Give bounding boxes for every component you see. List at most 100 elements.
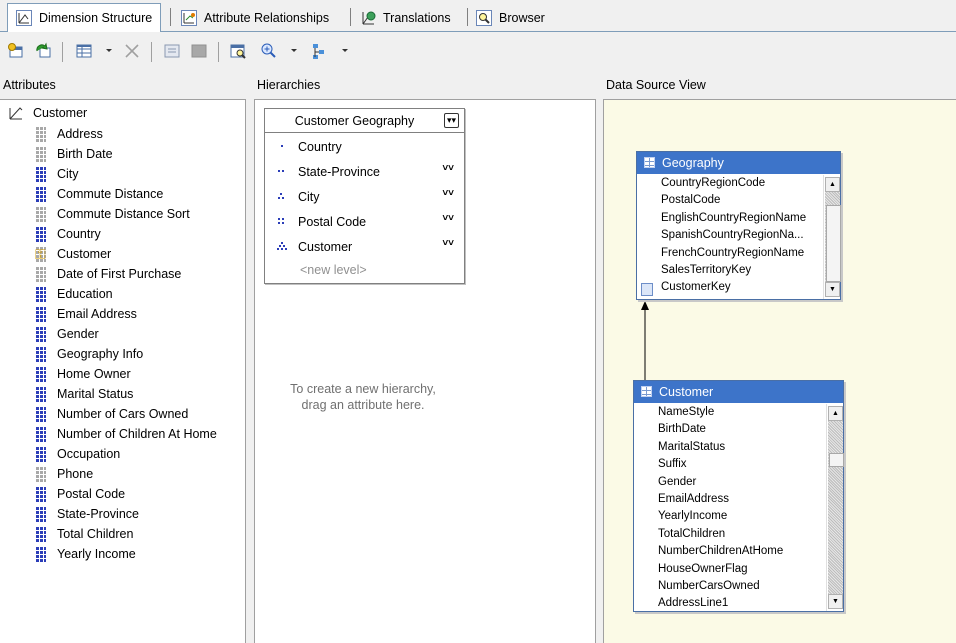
attribute-grid [36,506,46,522]
arrange-icon [313,44,324,59]
geography-table[interactable]: Geography CountryRegionCode PostalCode Eng… [636,151,841,300]
scrollbar-thumb[interactable] [829,453,844,467]
tab-translations[interactable]: Translations [352,4,459,31]
customer-column-addressline1[interactable]: AddressLine1 [658,597,824,614]
dimension-structure-icon [16,10,32,26]
attribute-marital-status[interactable]: Marital Status [35,384,133,404]
zoom-dropdown[interactable] [291,49,297,52]
show-grid-dropdown[interactable] [106,49,112,52]
attribute-education[interactable]: Education [35,284,113,304]
attribute-email-address[interactable]: Email Address [35,304,137,324]
customer-column-namestyle[interactable]: NameStyle [658,406,824,423]
attribute-commute-distance[interactable]: Commute Distance [35,184,163,204]
geography-column-countryregioncode[interactable]: CountryRegionCode [661,177,824,194]
attribute-city[interactable]: City [35,164,79,184]
attribute-number-of-cars-owned[interactable]: Number of Cars Owned [35,404,188,424]
attribute-postal-code[interactable]: Postal Code [35,484,125,504]
geography-column-frenchcountryregionname[interactable]: FrenchCountryRegionName [661,247,824,264]
scroll-down-icon[interactable]: ▼ [828,594,843,609]
geography-column-postalcode[interactable]: PostalCode [661,194,824,211]
hierarchy-level-postal-code[interactable]: Postal Code ˅˅ [265,210,464,234]
geography-table-header[interactable]: Geography [637,152,840,174]
attribute-home-owner[interactable]: Home Owner [35,364,131,384]
geography-scrollbar[interactable]: ▲ ▼ [823,175,841,299]
stop-button[interactable] [190,42,208,60]
attribute-geography-info[interactable]: Geography Info [35,344,143,364]
hierarchy-level-country[interactable]: Country [265,135,464,159]
new-level-placeholder[interactable]: <new level> [300,263,367,277]
scrollbar-track[interactable] [828,421,844,594]
create-hierarchy-hint-line: drag an attribute here. [301,398,425,412]
diagram-button[interactable] [163,42,181,60]
tab-browser[interactable]: Browser [468,4,553,31]
data-source-view-canvas[interactable]: Geography CountryRegionCode PostalCode Eng… [603,100,956,643]
customer-column-yearlyincome[interactable]: YearlyIncome [658,510,824,527]
attribute-tree-root[interactable]: Customer [8,104,87,122]
customer-column-numbercarsowned[interactable]: NumberCarsOwned [658,580,824,597]
attribute-label: State-Province [57,507,139,521]
customer-column-maritalstatus[interactable]: MaritalStatus [658,441,824,458]
geography-column-salesterritorykey[interactable]: SalesTerritoryKey [661,264,824,281]
attribute-phone[interactable]: Phone [35,464,93,484]
attributes-tree[interactable]: Customer Address Birth Date City Commute Di… [0,100,246,643]
customer-scrollbar[interactable]: ▲ ▼ [826,404,844,611]
attribute-address[interactable]: Address [35,124,103,144]
show-grid-button[interactable] [75,42,93,60]
attribute-label: Email Address [57,307,137,321]
geography-column-spanishcountryregionna[interactable]: SpanishCountryRegionNa... [661,229,824,246]
attribute-country[interactable]: Country [35,224,101,244]
scroll-down-icon[interactable]: ▼ [825,282,840,297]
customer-column-emailaddress[interactable]: EmailAddress [658,493,824,510]
expand-level-icon[interactable]: ˅˅ [442,163,454,174]
scrollbar-thumb[interactable] [826,205,841,282]
scrollbar-track[interactable] [825,192,841,282]
hierarchies-canvas[interactable]: Customer Geography ▾▾ Country State-Provi… [254,100,596,643]
attribute-commute-distance-sort[interactable]: Commute Distance Sort [35,204,190,224]
attribute-customer[interactable]: ⚿ Customer [35,244,111,264]
hierarchy-level-city[interactable]: City ˅˅ [265,185,464,209]
zoom-button[interactable] [260,42,278,60]
arrange-dropdown[interactable] [342,49,348,52]
add-table-button[interactable] [7,42,25,60]
scroll-up-icon[interactable]: ▲ [828,406,843,421]
arrange-button[interactable] [310,42,328,60]
customer-table[interactable]: Customer NameStyle BirthDate MaritalStatus… [633,380,844,612]
attribute-birth-date[interactable]: Birth Date [35,144,113,164]
scroll-up-icon[interactable]: ▲ [825,177,840,192]
attribute-grid [36,166,46,182]
geography-column-customerkey[interactable]: CustomerKey [661,281,824,298]
attribute-gender[interactable]: Gender [35,324,99,344]
customer-table-header[interactable]: Customer [634,381,843,403]
expand-level-icon[interactable]: ˅˅ [442,213,454,224]
attribute-yearly-income[interactable]: Yearly Income [35,544,136,564]
delete-button[interactable] [123,42,141,60]
hierarchy-level-state-province[interactable]: State-Province ˅˅ [265,160,464,184]
geography-column-englishcountryregionname[interactable]: EnglishCountryRegionName [661,212,824,229]
customer-column-numberchildrenathome[interactable]: NumberChildrenAtHome [658,545,824,562]
expand-level-icon[interactable]: ˅˅ [442,238,454,249]
attribute-state-province[interactable]: State-Province [35,504,139,524]
customer-column-gender[interactable]: Gender [658,476,824,493]
show-table-button[interactable] [229,42,247,60]
tab-dimension-structure[interactable]: Dimension Structure [7,3,162,32]
pane-splitter[interactable] [246,72,254,643]
hierarchy-box[interactable]: Customer Geography ▾▾ Country State-Provi… [264,108,465,284]
collapse-hierarchy-icon[interactable]: ▾▾ [444,113,459,128]
hierarchy-title[interactable]: Customer Geography [265,109,464,133]
attribute-label: Occupation [57,447,121,461]
attribute-grid [36,226,46,242]
customer-column-suffix[interactable]: Suffix [658,458,824,475]
attribute-total-children[interactable]: Total Children [35,524,133,544]
expand-level-icon[interactable]: ˅˅ [442,188,454,199]
tab-attribute-relationships[interactable]: Attribute Relationships [173,4,337,31]
refresh-button[interactable] [34,42,52,60]
attribute-grid [36,366,46,382]
customer-column-houseownerflag[interactable]: HouseOwnerFlag [658,563,824,580]
hierarchy-level-customer[interactable]: Customer ˅˅ [265,235,464,259]
browsable-attribute-icon [35,346,47,363]
attribute-occupation[interactable]: Occupation [35,444,120,464]
attribute-date-of-first-purchase[interactable]: Date of First Purchase [35,264,181,284]
customer-column-birthdate[interactable]: BirthDate [658,423,824,440]
customer-column-totalchildren[interactable]: TotalChildren [658,528,824,545]
attribute-number-of-children-at-home[interactable]: Number of Children At Home [35,424,217,444]
